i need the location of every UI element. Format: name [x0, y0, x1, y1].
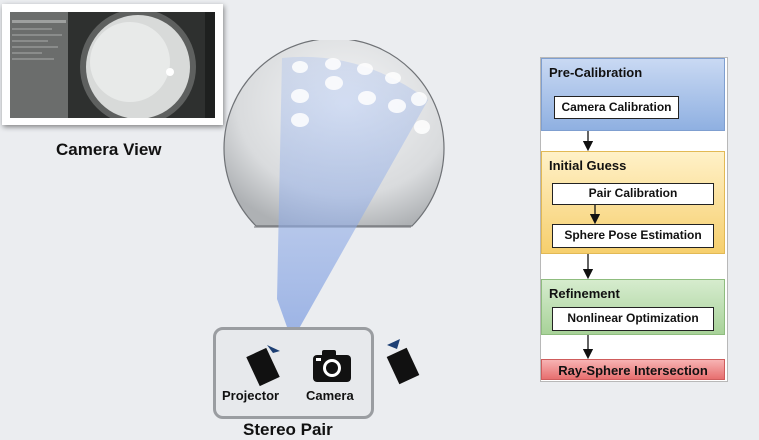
stereo-pair-caption: Stereo Pair [243, 420, 333, 439]
projector-label: Projector [222, 388, 280, 403]
stage-title: Refinement [549, 286, 620, 301]
stage-title: Pre-Calibration [549, 65, 643, 80]
step-nonlinear-optimization: Nonlinear Optimization [552, 307, 714, 331]
step-camera-calibration: Camera Calibration [554, 96, 679, 119]
stage-title: Ray-Sphere Intersection [558, 363, 708, 378]
camera-icon [313, 350, 351, 382]
camera-view-photo [2, 4, 223, 125]
camera-view-caption: Camera View [56, 140, 162, 159]
stereo-icons [246, 339, 420, 387]
stage-pre-calibration: Pre-Calibration [541, 58, 725, 131]
stage-ray-sphere-intersection: Ray-Sphere Intersection [541, 359, 725, 380]
projector-icon [386, 339, 420, 385]
step-pair-calibration: Pair Calibration [552, 183, 714, 205]
projector-icon [246, 345, 280, 387]
sphere-diagram [223, 40, 445, 342]
camera-view-image [10, 12, 215, 118]
stage-title: Initial Guess [549, 158, 627, 173]
step-sphere-pose-estimation: Sphere Pose Estimation [552, 224, 714, 248]
camera-label: Camera [306, 388, 354, 403]
